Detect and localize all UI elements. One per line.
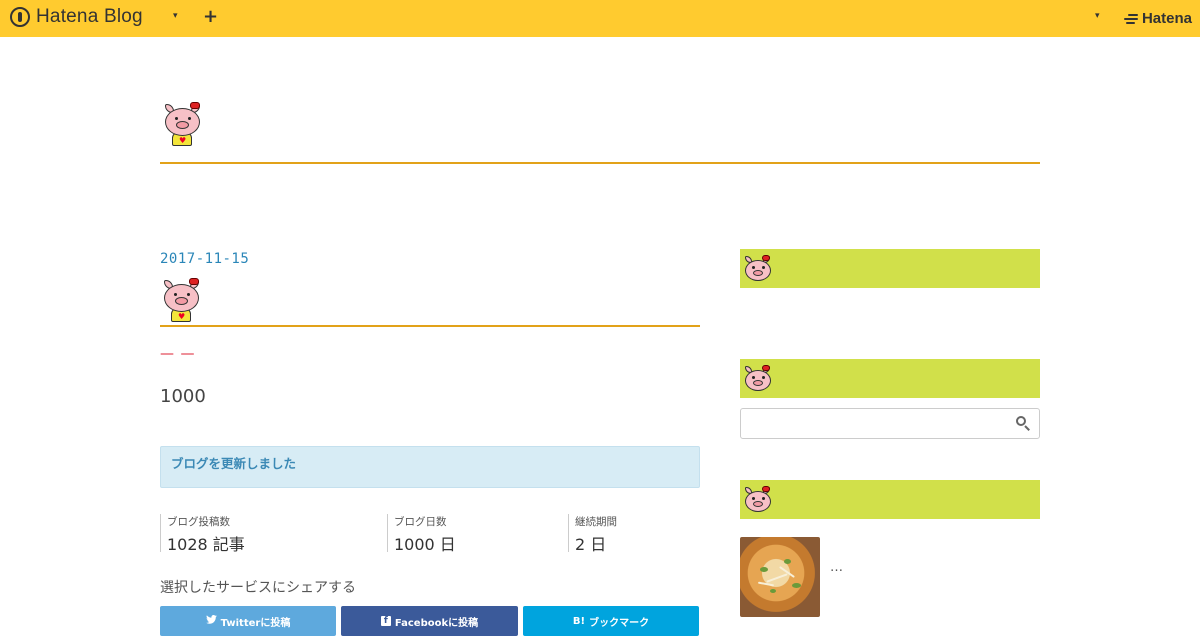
pig-mascot-icon [743,365,773,395]
stat-value: 1028 記事 [167,535,245,554]
stat-label: 継続期間 [575,516,617,528]
recent-entry-title[interactable]: … [830,560,843,575]
sidebar-module-heading-recent [740,480,1040,519]
entry-categories[interactable]: — — [160,346,195,362]
twitter-share-label: Twitterに投稿 [220,617,291,629]
pig-mascot-icon [743,255,773,285]
pig-mascot-icon[interactable]: ♥ [162,102,204,150]
search-input[interactable] [740,408,1040,439]
stat-label: ブログ投稿数 [167,516,230,528]
blog-header: ♥ [160,100,1040,164]
stat-value: 1000 日 [394,535,456,554]
facebook-share-label: Facebookに投稿 [394,617,479,629]
hatena-link[interactable]: Hatena [1123,10,1192,27]
stat-posts: ブログ投稿数 1028 記事 [160,514,245,554]
stat-days: ブログ日数 1000 日 [387,514,456,554]
blog-updated-notice: ブログを更新しました [160,446,700,488]
blog-stats: ブログ投稿数 1028 記事 ブログ日数 1000 日 継続期間 2 日 [160,514,700,554]
sidebar-module-heading-profile [740,249,1040,288]
hatena-blog-logo-icon [10,7,30,27]
entry-date[interactable]: 2017-11-15 [160,251,249,267]
brand-name: Hatena Blog [36,6,143,27]
twitter-bird-icon [205,615,217,627]
stat-duration: 継続期間 2 日 [568,514,617,554]
hatena-name: Hatena [1141,10,1192,27]
hatena-bookmark-label: ブックマーク [589,617,650,629]
account-menu-chevron-down-icon[interactable]: ▾ [1095,11,1100,21]
pig-mascot-icon [743,486,773,516]
global-header: Hatena Blog ▾ + ▾ Hatena [0,0,1200,37]
hatena-logo-icon [1123,13,1138,24]
entry-title-divider [160,325,700,327]
hatena-bookmark-button[interactable]: B! ブックマーク [523,606,699,636]
blog-menu-chevron-down-icon[interactable]: ▾ [173,11,178,21]
entry-body-text: 1000 [160,386,206,407]
new-post-plus-icon[interactable]: + [203,6,218,27]
notice-text: ブログを更新しました [171,456,297,471]
recent-entry-thumbnail[interactable] [740,537,820,617]
share-heading: 選択したサービスにシェアする [160,580,356,596]
hatena-bookmark-icon: B! [572,615,586,627]
stat-label: ブログ日数 [394,516,447,528]
sidebar-module-heading-search [740,359,1040,398]
facebook-share-button[interactable]: f Facebookに投稿 [341,606,518,636]
pig-mascot-icon: ♥ [161,278,203,326]
twitter-share-button[interactable]: Twitterに投稿 [160,606,336,636]
stat-value: 2 日 [575,535,607,554]
facebook-icon: f [380,616,391,626]
hatena-blog-logo[interactable]: Hatena Blog [10,6,143,28]
search-icon[interactable] [1016,416,1030,431]
